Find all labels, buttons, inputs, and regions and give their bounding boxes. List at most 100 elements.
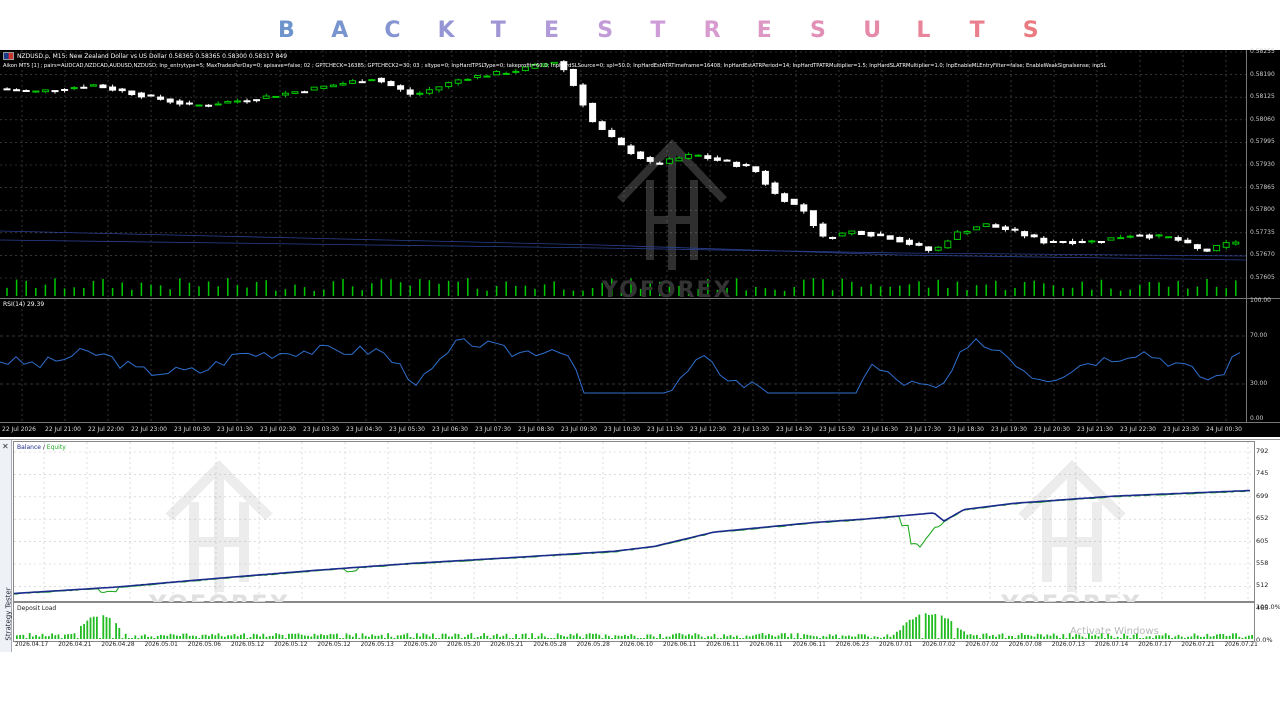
deposit-bar <box>144 634 146 639</box>
candle-body <box>51 90 59 93</box>
deposit-bar <box>684 635 687 639</box>
date-tick-label: 2026.07.08 <box>1008 642 1042 648</box>
candle-body <box>70 87 78 90</box>
close-icon[interactable]: ✕ <box>2 442 9 451</box>
candle-body <box>685 153 693 159</box>
time-axis: 22 Jul 2026 22 Jul 21:00 22 Jul 22:00 22 Ju… <box>0 422 1280 438</box>
deposit-bar <box>736 635 738 639</box>
deposit-bar <box>508 638 511 639</box>
deposit-bar <box>403 634 405 639</box>
candle-body <box>291 91 299 94</box>
candle-body <box>406 89 414 95</box>
deposit-bar <box>83 624 85 639</box>
deposit-bar <box>288 633 290 639</box>
deposit-bar <box>400 635 402 639</box>
deposit-bar <box>307 635 309 639</box>
deposit-bar <box>441 633 444 639</box>
price-chart-pane[interactable]: NZDUSD.p, M15: New Zealand Dollar vs US … <box>0 50 1247 303</box>
deposit-bar <box>185 633 188 639</box>
time-tick-label: 23 Jul 03:30 <box>303 426 339 433</box>
deposit-bar <box>1046 634 1049 639</box>
deposit-bar <box>233 633 236 639</box>
deposit-bar <box>419 636 421 639</box>
deposit-bar <box>41 633 44 639</box>
deposit-bar <box>240 634 242 639</box>
deposit-bar <box>1129 638 1132 639</box>
candle-body <box>1040 237 1048 244</box>
candle-body <box>1069 240 1077 245</box>
deposit-bar <box>329 633 332 639</box>
deposit-bar <box>156 635 159 639</box>
deposit-bar <box>812 636 815 639</box>
strategy-tester-graph[interactable]: ✕ Strategy Tester Balance / Equity YOFOR… <box>0 439 1280 652</box>
deposit-bar <box>633 635 636 639</box>
deposit-bar <box>278 634 281 639</box>
time-tick-label: 23 Jul 10:30 <box>604 426 640 433</box>
deposit-bar <box>393 638 396 639</box>
candle-body <box>675 157 683 162</box>
deposit-bar <box>800 638 802 639</box>
deposit-load-pane[interactable]: Deposit Load <box>13 602 1255 642</box>
deposit-bar <box>614 635 617 639</box>
deposit-bar <box>1216 634 1218 639</box>
rsi-axis: 100.00 70.00 30.00 0.00 <box>1246 297 1280 423</box>
candle-body <box>61 88 69 91</box>
candle-body <box>464 78 472 81</box>
deposit-bar <box>870 638 873 639</box>
deposit-bar <box>1014 638 1017 639</box>
candle-body <box>742 164 750 167</box>
balance-tick-label: 699 <box>1256 491 1269 500</box>
candle-body <box>1030 234 1038 238</box>
rsi-indicator-pane[interactable]: RSI(14) 29.39 <box>0 298 1246 423</box>
candle-body <box>445 82 453 88</box>
price-tick-label: 0.57865 <box>1250 183 1275 191</box>
deposit-bar <box>886 634 889 639</box>
deposit-bar <box>899 630 901 639</box>
deposit-bar <box>182 633 185 639</box>
deposit-bar <box>617 635 620 639</box>
deposit-bar <box>425 634 428 639</box>
deposit-bar <box>1164 633 1167 639</box>
deposit-bar <box>96 616 98 639</box>
deposit-bar <box>1219 633 1221 639</box>
deposit-bar <box>454 633 457 639</box>
balance-equity-pane[interactable]: Balance / Equity YOFOREX YOFOREX <box>13 441 1255 618</box>
deposit-bar <box>1235 633 1237 639</box>
deposit-bar <box>816 636 818 639</box>
candle-body <box>1165 236 1173 239</box>
candle-body <box>339 83 347 86</box>
deposit-bar <box>1200 636 1202 639</box>
deposit-bar <box>483 633 485 639</box>
candle-body <box>512 70 520 73</box>
candle-body <box>137 92 145 98</box>
deposit-bar <box>48 636 50 639</box>
deposit-bar <box>560 635 562 639</box>
deposit-bar <box>208 635 210 639</box>
deposit-bar <box>761 633 764 639</box>
deposit-bar <box>153 638 156 639</box>
price-tick-label: 0.58125 <box>1250 93 1275 101</box>
deposit-bar <box>953 638 956 639</box>
deposit-bar <box>956 627 959 639</box>
deposit-bar <box>604 634 607 639</box>
mt5-chart-window[interactable]: NZDUSD.p, M15: New Zealand Dollar vs US … <box>0 48 1280 438</box>
deposit-bar <box>92 616 95 639</box>
price-tick-label: 0.57670 <box>1250 251 1275 259</box>
deposit-bar <box>1113 638 1116 639</box>
deposit-bar <box>409 636 412 639</box>
deposit-bar <box>1120 638 1122 639</box>
deposit-bar <box>966 634 969 639</box>
tester-side-bar[interactable]: ✕ Strategy Tester <box>0 440 13 652</box>
deposit-bar <box>390 636 393 639</box>
deposit-bar <box>819 638 821 639</box>
deposit-bar <box>627 636 629 639</box>
candle-body <box>473 74 481 78</box>
time-tick-label: 23 Jul 19:30 <box>991 426 1027 433</box>
candle-body <box>483 75 491 78</box>
candle-body <box>992 224 1000 228</box>
deposit-bar <box>249 636 252 639</box>
candle-body <box>982 223 990 227</box>
deposit-bar <box>713 633 716 639</box>
deposit-bar <box>252 633 255 639</box>
deposit-bar <box>1008 635 1010 639</box>
